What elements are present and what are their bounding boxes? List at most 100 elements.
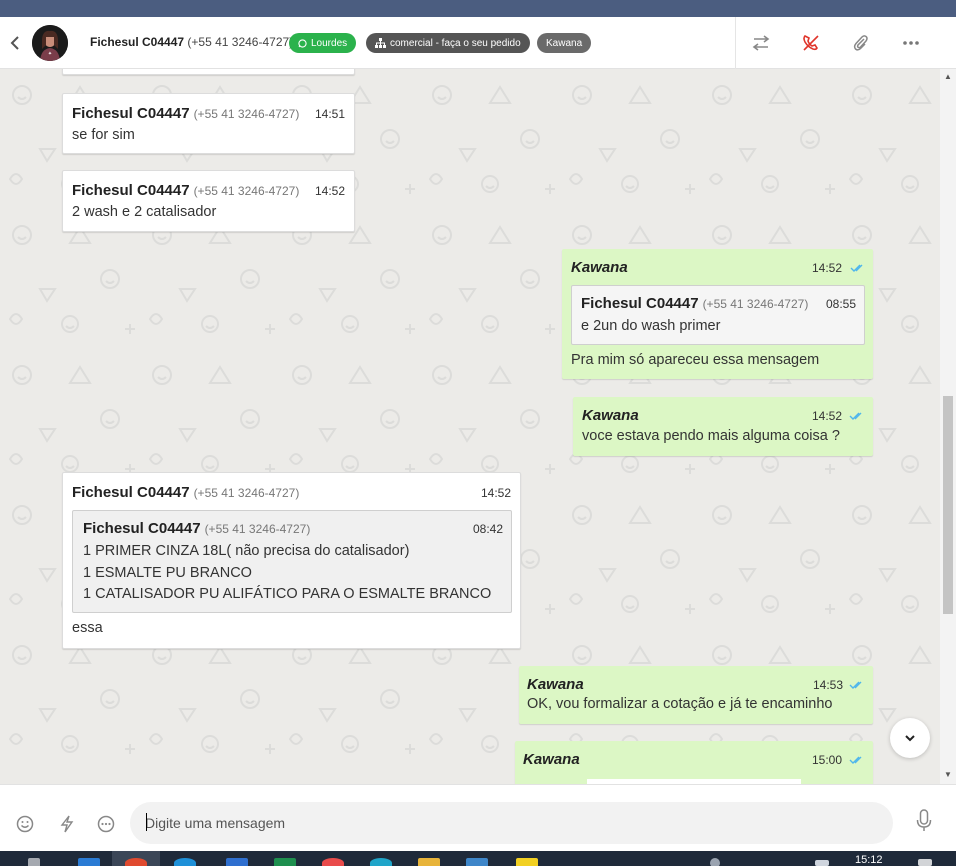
- file-explorer-icon[interactable]: [418, 858, 440, 866]
- chevron-down-icon: [905, 735, 915, 742]
- message-sender: Kawana: [523, 751, 580, 768]
- message-input-wrapper: [130, 802, 893, 844]
- quoted-text-line: 1 PRIMER CINZA 18L( não precisa do catal…: [83, 543, 410, 559]
- notifications-icon[interactable]: [918, 859, 932, 866]
- more-options-icon[interactable]: [96, 814, 116, 834]
- quoted-text: e 2un do wash primer: [581, 318, 721, 334]
- quoted-time: 08:55: [825, 297, 856, 311]
- message-incoming[interactable]: Fichesul C04447 (+55 41 3246-4727) 14:51 …: [62, 93, 355, 154]
- agent-tag[interactable]: Lourdes: [289, 33, 357, 53]
- os-taskbar: 15:12: [0, 851, 956, 866]
- quoted-sender: Fichesul C04447 (+55 41 3246-4727): [83, 520, 310, 537]
- message-bubble-partial: [62, 69, 355, 75]
- sender-name: Fichesul C04447: [72, 484, 190, 501]
- scroll-to-bottom-button[interactable]: [890, 718, 930, 758]
- message-text: essa: [72, 620, 103, 636]
- message-time: 14:52: [812, 261, 843, 275]
- taskbar-app-icon[interactable]: [370, 858, 392, 866]
- message-outgoing[interactable]: Kawana 14:52 Fichesul C04447 (+55 41 3246…: [562, 249, 873, 379]
- scrollbar-thumb[interactable]: [943, 396, 953, 614]
- message-input[interactable]: [130, 802, 893, 844]
- department-tag[interactable]: comercial - faça o seu pedido: [366, 33, 530, 53]
- end-call-icon[interactable]: [799, 31, 823, 55]
- read-ticks-icon: [849, 681, 862, 689]
- quoted-text-line: 1 CATALISADOR PU ALIFÁTICO PARA O ESMALT…: [83, 586, 492, 602]
- microphone-icon[interactable]: [914, 809, 934, 831]
- message-sender: Kawana: [582, 407, 639, 424]
- tray-icon[interactable]: [815, 860, 829, 866]
- quoted-sender: Fichesul C04447 (+55 41 3246-4727): [581, 295, 808, 312]
- tray-icon[interactable]: [710, 858, 720, 866]
- browser-top-strip: [0, 0, 956, 17]
- message-composer: [0, 784, 956, 851]
- quoted-sender-phone: (+55 41 3246-4727): [702, 297, 809, 311]
- message-text: Pra mim só apareceu essa mensagem: [571, 352, 820, 368]
- quoted-message[interactable]: Fichesul C04447 (+55 41 3246-4727) 08:55 …: [571, 285, 865, 345]
- contact-name: Fichesul C04447 (+55 41 3246-4727): [90, 35, 293, 49]
- quick-reply-icon[interactable]: [57, 814, 77, 834]
- sender-name: Fichesul C04447: [72, 182, 190, 199]
- attach-icon[interactable]: [849, 31, 873, 55]
- quoted-text-line: 1 ESMALTE PU BRANCO: [83, 565, 252, 581]
- message-outgoing[interactable]: Kawana 14:52 voce estava pendo mais algu…: [573, 397, 873, 456]
- more-icon[interactable]: [899, 31, 923, 55]
- message-outgoing[interactable]: Kawana 14:53 OK, vou formalizar a cotaçã…: [519, 666, 873, 724]
- read-ticks-icon: [850, 264, 863, 272]
- taskbar-app-icon[interactable]: [78, 858, 100, 866]
- message-time: 14:52: [812, 409, 843, 423]
- sender-phone: (+55 41 3246-4727): [193, 184, 300, 198]
- message-text: voce estava pendo mais alguma coisa ?: [582, 428, 840, 444]
- transfer-icon[interactable]: [749, 31, 773, 55]
- sender-name: Fichesul C04447: [72, 105, 190, 122]
- sender-phone: (+55 41 3246-4727): [193, 486, 300, 500]
- excel-icon[interactable]: [274, 858, 296, 866]
- message-incoming[interactable]: Fichesul C04447 (+55 41 3246-4727) 14:52 …: [62, 170, 355, 232]
- message-time: 14:51: [314, 107, 345, 121]
- user-tag-label: Kawana: [546, 37, 583, 49]
- message-text: OK, vou formalizar a cotação e já te enc…: [527, 696, 833, 712]
- taskbar-app-icon[interactable]: [322, 858, 344, 866]
- message-sender: Fichesul C04447 (+55 41 3246-4727): [72, 182, 299, 199]
- quoted-sender-name: Fichesul C04447: [581, 295, 699, 312]
- contact-phone: (+55 41 3246-4727): [187, 35, 294, 49]
- text-cursor: [146, 813, 147, 831]
- quoted-message[interactable]: Fichesul C04447 (+55 41 3246-4727) 08:42 …: [72, 510, 512, 613]
- header-divider: [735, 17, 736, 69]
- read-ticks-icon: [849, 412, 862, 420]
- chat-area[interactable]: Fichesul C04447 (+55 41 3246-4727) 14:51 …: [0, 69, 940, 784]
- message-text: 2 wash e 2 catalisador: [72, 204, 217, 220]
- message-sender: Kawana: [571, 259, 628, 276]
- scroll-up-icon[interactable]: ▲: [944, 72, 952, 81]
- message-time: 14:53: [813, 678, 844, 692]
- taskbar-clock[interactable]: 15:12: [855, 854, 883, 866]
- message-time: 14:52: [480, 486, 511, 500]
- chrome-icon[interactable]: [125, 858, 147, 866]
- back-arrow-icon[interactable]: [6, 32, 24, 54]
- contact-avatar[interactable]: ✦: [32, 25, 68, 61]
- agent-tag-label: Lourdes: [311, 37, 348, 49]
- message-time: 15:00: [812, 753, 843, 767]
- message-sender: Fichesul C04447 (+55 41 3246-4727): [72, 105, 299, 122]
- sitemap-icon: [375, 38, 386, 48]
- read-ticks-icon: [849, 756, 862, 764]
- chat-header: ✦ Fichesul C04447 (+55 41 3246-4727) Lou…: [0, 17, 956, 69]
- message-incoming[interactable]: Fichesul C04447 (+55 41 3246-4727) 14:52 …: [62, 472, 521, 649]
- message-outgoing[interactable]: Kawana 15:00: [515, 741, 873, 784]
- sticky-notes-icon[interactable]: [516, 858, 538, 866]
- taskbar-app-icon[interactable]: [174, 858, 196, 866]
- quoted-sender-name: Fichesul C04447: [83, 520, 201, 537]
- scroll-down-icon[interactable]: ▼: [944, 770, 952, 779]
- message-sender: Fichesul C04447 (+55 41 3246-4727): [72, 484, 299, 501]
- quoted-time: 08:42: [472, 522, 503, 536]
- user-tag[interactable]: Kawana: [537, 33, 592, 53]
- taskbar-app-icon[interactable]: [466, 858, 488, 866]
- department-tag-label: comercial - faça o seu pedido: [390, 37, 521, 49]
- sender-phone: (+55 41 3246-4727): [193, 107, 300, 121]
- contact-name-text: Fichesul C04447: [90, 35, 185, 49]
- emoji-icon[interactable]: [15, 814, 35, 834]
- word-icon[interactable]: [226, 858, 248, 866]
- whatsapp-icon: [298, 38, 307, 48]
- quoted-sender-phone: (+55 41 3246-4727): [204, 522, 311, 536]
- task-view-icon[interactable]: [28, 858, 40, 866]
- message-text: se for sim: [72, 127, 135, 143]
